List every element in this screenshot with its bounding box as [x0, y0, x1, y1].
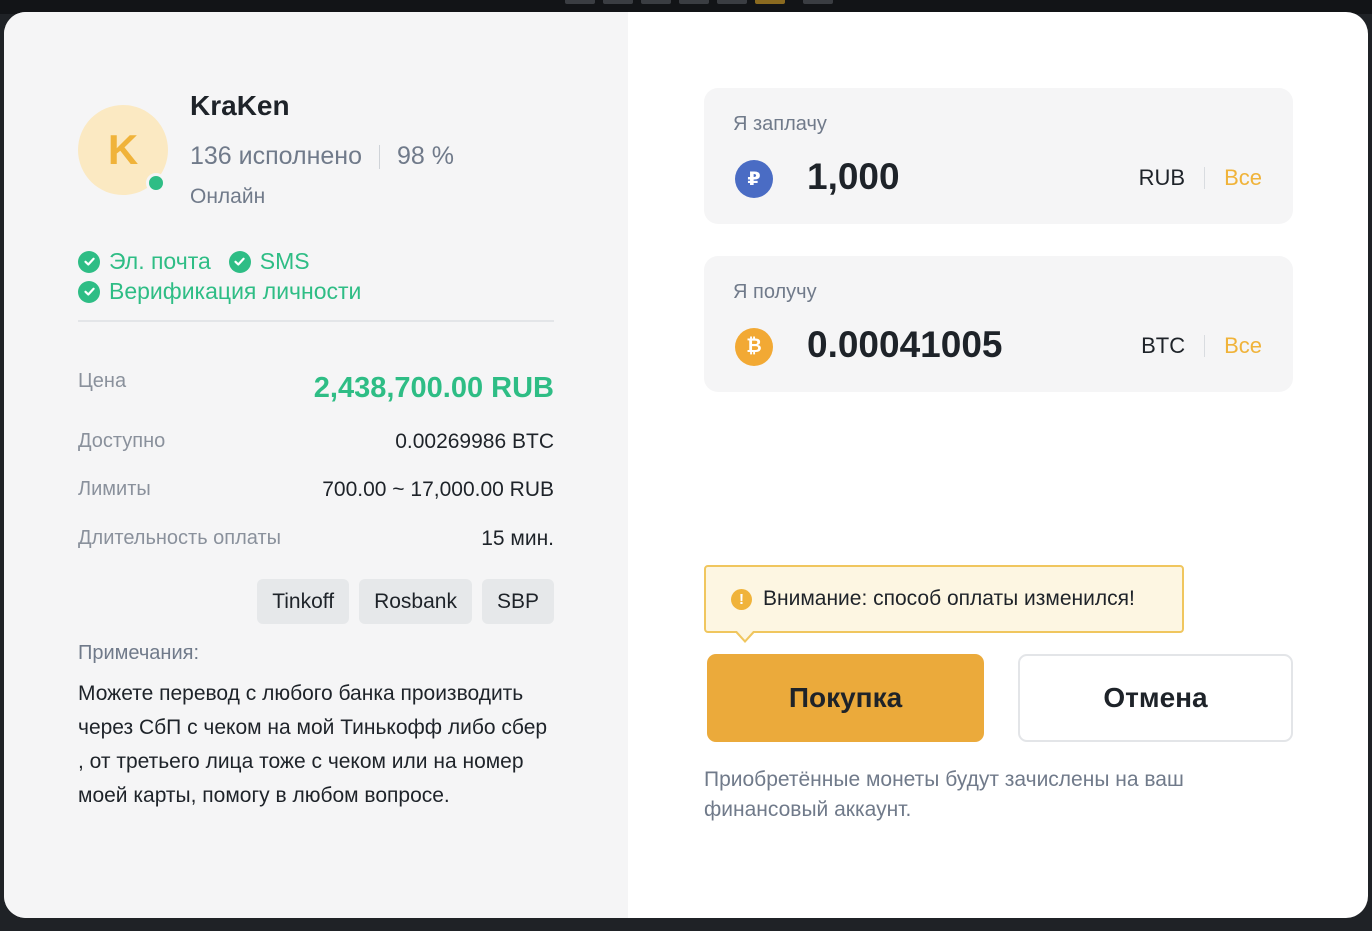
- stats-divider: [379, 144, 381, 169]
- available-value: 0.00269986 BTC: [395, 430, 554, 453]
- cancel-button[interactable]: Отмена: [1018, 654, 1293, 742]
- bitcoin-coin-icon: ₿: [735, 328, 773, 366]
- pay-amount-input[interactable]: 1,000: [807, 156, 900, 198]
- payment-method-rosbank: Rosbank: [359, 579, 472, 624]
- payment-method-changed-warning: ! Внимание: способ оплаты изменился!: [704, 565, 1184, 643]
- p2p-order-modal: K KraKen 136 исполнено 98 % Онлайн Эл. п…: [4, 12, 1368, 918]
- ruble-coin-icon: ₽: [735, 160, 773, 198]
- seller-info-panel: K KraKen 136 исполнено 98 % Онлайн Эл. п…: [4, 12, 628, 918]
- receive-currency-group: BTC Все: [1141, 333, 1262, 359]
- check-circle-icon: [78, 250, 100, 273]
- pay-amount-field[interactable]: Я заплачу ₽ 1,000 RUB Все: [704, 88, 1293, 224]
- available-label: Доступно: [78, 430, 166, 452]
- receive-all-button[interactable]: Все: [1224, 333, 1262, 359]
- verification-label: Эл. почта: [109, 248, 211, 274]
- background-tab: [603, 0, 633, 4]
- credit-notice: Приобретённые монеты будут зачислены на …: [704, 768, 1184, 821]
- currency-divider: [1204, 167, 1206, 189]
- pay-currency-group: RUB Все: [1139, 165, 1262, 191]
- verification-email: Эл. почта: [78, 248, 211, 275]
- receive-amount-input[interactable]: 0.00041005: [807, 324, 1002, 366]
- notes-title: Примечания:: [78, 642, 200, 664]
- pay-label: Я заплачу: [733, 113, 827, 135]
- completion-rate: 98 %: [397, 142, 455, 170]
- receive-amount-field[interactable]: Я получу ₿ 0.00041005 BTC Все: [704, 256, 1293, 392]
- pay-currency: RUB: [1138, 165, 1186, 190]
- seller-name[interactable]: KraKen: [190, 90, 290, 122]
- tooltip-arrow-fill: [736, 630, 754, 640]
- check-circle-icon: [228, 250, 251, 273]
- pay-all-button[interactable]: Все: [1224, 165, 1262, 191]
- payment-duration-label: Длительность оплаты: [78, 527, 282, 549]
- seller-online-status: Онлайн: [190, 185, 266, 208]
- verification-label: Верификация личности: [109, 278, 362, 304]
- online-status-dot: [146, 173, 166, 193]
- background-tab: [803, 0, 833, 4]
- background-tab: [717, 0, 747, 4]
- verification-row: Верификация личности: [78, 278, 379, 305]
- verification-label: SMS: [259, 248, 310, 274]
- orders-completed: 136 исполнено: [190, 142, 363, 170]
- buy-button[interactable]: Покупка: [707, 654, 984, 742]
- limits-value: 700.00 ~ 17,000.00 RUB: [322, 478, 554, 501]
- seller-stats: 136 исполнено 98 %: [190, 142, 454, 171]
- background-tab: [679, 0, 709, 4]
- warning-text: Внимание: способ оплаты изменился!: [763, 587, 1135, 610]
- receive-currency: BTC: [1141, 333, 1186, 358]
- verification-row: Эл. почта SMS: [78, 248, 328, 275]
- limits-label: Лимиты: [78, 478, 151, 500]
- currency-divider: [1204, 335, 1206, 357]
- background-tab: [565, 0, 595, 4]
- verification-identity: Верификация личности: [78, 278, 361, 305]
- notes-text: Можете перевод с любого банка производит…: [78, 682, 548, 807]
- exclamation-icon: !: [731, 588, 752, 610]
- payment-method-sbp: SBP: [481, 579, 554, 624]
- payment-methods: Tinkoff Rosbank SBP: [247, 579, 554, 624]
- price-label: Цена: [78, 370, 127, 392]
- verification-sms: SMS: [228, 248, 310, 275]
- background-tab: [641, 0, 671, 4]
- payment-method-tinkoff: Tinkoff: [257, 579, 350, 624]
- check-circle-icon: [78, 280, 100, 303]
- section-divider: [78, 320, 554, 322]
- payment-duration-value: 15 мин.: [481, 527, 554, 550]
- receive-label: Я получу: [733, 281, 817, 303]
- price-value: 2,438,700.00 RUB: [313, 372, 554, 404]
- background-tab: [755, 0, 785, 4]
